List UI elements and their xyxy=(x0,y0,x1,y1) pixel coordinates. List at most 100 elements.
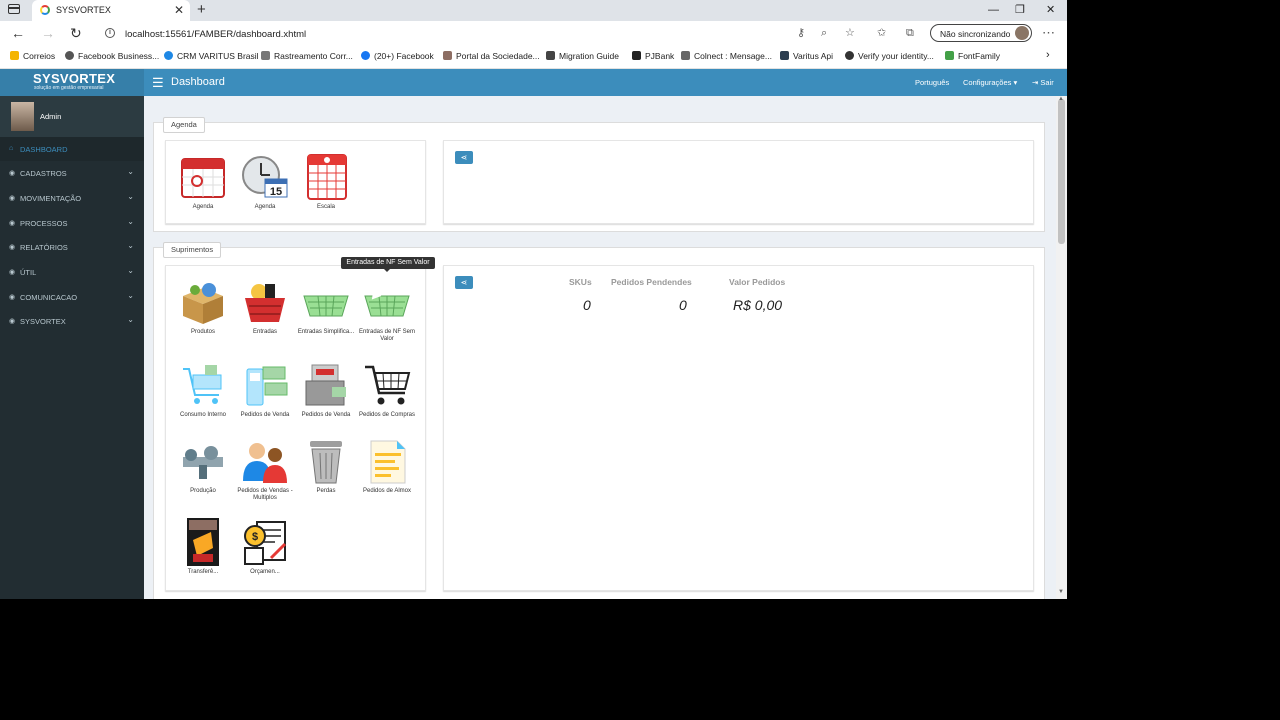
eye-icon: ◉ xyxy=(9,269,16,276)
sidebar-item-comunicacao[interactable]: ◉ COMUNICACAO ⌄ xyxy=(0,285,144,309)
sidebar-item-relatorios[interactable]: ◉ RELATÓRIOS ⌄ xyxy=(0,235,144,259)
scroll-down-icon[interactable]: ▼ xyxy=(1058,589,1064,595)
sidebar-item-util[interactable]: ◉ ÚTIL ⌄ xyxy=(0,260,144,284)
shortcut-perdas[interactable]: Perdas xyxy=(297,437,355,495)
bookmark-item[interactable]: Colnect : Mensage... xyxy=(681,51,772,61)
user-panel: Admin xyxy=(0,96,144,137)
shortcut-consumo-interno[interactable]: Consumo Interno xyxy=(174,361,232,419)
collections-icon[interactable]: ⧉ xyxy=(906,27,914,39)
shortcut-label: Pedidos de Compras xyxy=(358,412,416,418)
bookmark-item[interactable]: Facebook Business... xyxy=(65,51,159,61)
bookmark-item[interactable]: Rastreamento Corr... xyxy=(261,51,353,61)
favorites-icon[interactable]: ✩ xyxy=(877,27,886,39)
bookmarks-overflow-icon[interactable]: › xyxy=(1046,49,1050,61)
bookmark-icon xyxy=(546,51,555,60)
shortcut-label: Perdas xyxy=(316,488,336,494)
shortcut-pedidos-de-almox[interactable]: Pedidos de Almox xyxy=(358,437,416,495)
shortcut-entradas[interactable]: Entradas xyxy=(236,278,294,336)
share-icon[interactable]: ⋖ xyxy=(455,151,473,164)
order-value-value: R$ 0,00 xyxy=(733,297,783,313)
favicon-icon xyxy=(40,5,50,15)
shortcut-pedidos-de-compras[interactable]: Pedidos de Compras xyxy=(358,361,416,419)
chevron-down-icon: ⌄ xyxy=(127,266,134,275)
zoom-icon[interactable]: ⌕ xyxy=(821,27,827,39)
forward-icon[interactable]: → xyxy=(41,26,55,40)
shortcut-entradas-nf-sem-valor[interactable]: Entradas de NF Sem Valor xyxy=(358,278,416,343)
trash-icon xyxy=(302,437,350,485)
shortcut-entradas-simplificadas[interactable]: Entradas Simplifica... xyxy=(297,278,355,336)
home-icon: ⌂ xyxy=(9,145,14,152)
shortcut-label: Produtos xyxy=(190,329,215,335)
share-icon[interactable]: ⋖ xyxy=(455,276,473,289)
shortcut-agenda[interactable]: Agenda xyxy=(174,153,232,211)
shortcut-transferencia[interactable]: Transferê... xyxy=(174,518,232,576)
svg-text:15: 15 xyxy=(270,186,282,198)
chevron-down-icon: ⌄ xyxy=(127,192,134,201)
bookmark-item[interactable]: Verify your identity... xyxy=(845,51,934,61)
page-title: Dashboard xyxy=(171,76,225,88)
browser-menu-icon[interactable]: ⋯ xyxy=(1042,26,1055,39)
site-info-icon[interactable]: i xyxy=(105,28,115,38)
shortcut-pedidos-vendas-multiplos[interactable]: Pedidos de Vendas - Multiplos xyxy=(236,437,294,502)
sidebar-item-processos[interactable]: ◉ PROCESSOS ⌄ xyxy=(0,211,144,235)
shortcut-label: Escala xyxy=(316,204,335,210)
shortcut-producao[interactable]: Produção xyxy=(174,437,232,495)
bookmark-icon xyxy=(443,51,452,60)
svg-text:$: $ xyxy=(252,531,258,543)
sidebar-item-label: PROCESSOS xyxy=(20,219,68,228)
sidebar-item-dashboard[interactable]: ⌂ DASHBOARD xyxy=(0,137,144,161)
bookmark-item[interactable]: Portal da Sociedade... xyxy=(443,51,540,61)
restore-button[interactable]: ❐ xyxy=(1015,3,1025,17)
profile-sync-button[interactable]: Não sincronizando xyxy=(930,24,1032,42)
browser-tab[interactable]: SYSVORTEX ✕ xyxy=(32,0,190,21)
settings-dropdown[interactable]: Configurações ▾ xyxy=(963,78,1017,87)
shortcut-produtos[interactable]: Produtos xyxy=(174,278,232,336)
machinery-icon xyxy=(179,437,227,485)
shortcut-orcamento[interactable]: $ Orçamen... xyxy=(236,518,294,576)
sidebar-item-sysvortex[interactable]: ◉ SYSVORTEX ⌄ xyxy=(0,309,144,333)
shopping-cart-icon xyxy=(363,361,411,409)
bookmark-item[interactable]: FontFamily xyxy=(945,51,1000,61)
bookmark-item[interactable]: Correios xyxy=(10,51,55,61)
key-icon[interactable]: ⚷ xyxy=(797,27,805,39)
bookmark-item[interactable]: Migration Guide xyxy=(546,51,619,61)
scrollbar-thumb[interactable] xyxy=(1058,99,1065,244)
minimize-button[interactable]: — xyxy=(988,3,999,17)
logout-link[interactable]: ⇥ Sair xyxy=(1032,78,1054,87)
sidebar-item-label: COMUNICACAO xyxy=(20,293,78,302)
logo[interactable]: SYSVORTEX solução em gestão empresarial xyxy=(0,69,144,96)
reload-icon[interactable]: ↻ xyxy=(70,26,82,40)
sidebar-item-label: MOVIMENTAÇÃO xyxy=(20,194,82,203)
suprimentos-stats-card xyxy=(443,265,1034,591)
new-tab-button[interactable]: + xyxy=(197,1,206,19)
language-link[interactable]: Português xyxy=(915,78,949,87)
bookmark-item[interactable]: PJBank xyxy=(632,51,674,61)
bookmark-item[interactable]: CRM VARITUS Brasil xyxy=(164,51,259,61)
shortcut-label: Consumo Interno xyxy=(179,412,227,418)
back-icon[interactable]: ← xyxy=(11,26,25,40)
panel-legend: Suprimentos xyxy=(163,242,222,258)
shortcut-escala[interactable]: Escala xyxy=(297,153,355,211)
users-icon xyxy=(241,437,289,485)
chevron-down-icon: ⌄ xyxy=(127,315,134,324)
shortcut-pedidos-de-venda-1[interactable]: Pedidos de Venda xyxy=(236,361,294,419)
favorite-star-icon[interactable]: ☆ xyxy=(845,27,855,39)
tab-bar: SYSVORTEX ✕ + — ❐ ✕ xyxy=(0,0,1067,21)
bookmark-item[interactable]: (20+) Facebook xyxy=(361,51,434,61)
sidebar-item-movimentacao[interactable]: ◉ MOVIMENTAÇÃO ⌄ xyxy=(0,186,144,210)
url-input[interactable]: localhost:15561/FAMBER/dashboard.xhtml xyxy=(125,29,306,40)
tab-close-icon[interactable]: ✕ xyxy=(174,3,184,17)
sidebar-toggle-icon[interactable]: ☰ xyxy=(152,76,164,89)
scrollbar[interactable]: ▲ ▼ xyxy=(1056,96,1067,599)
scroll-up-icon[interactable]: ▲ xyxy=(1058,96,1064,102)
bookmark-item[interactable]: Varitus Api xyxy=(780,51,833,61)
close-window-button[interactable]: ✕ xyxy=(1046,3,1055,17)
sidebar-item-cadastros[interactable]: ◉ CADASTROS ⌄ xyxy=(0,161,144,185)
shortcut-agenda-clock[interactable]: 15 Agenda xyxy=(236,153,294,211)
shortcut-pedidos-de-venda-2[interactable]: Pedidos de Venda xyxy=(297,361,355,419)
sidebar-item-label: DASHBOARD xyxy=(20,145,68,154)
tab-actions-icon[interactable] xyxy=(8,4,20,14)
cash-register-icon xyxy=(302,361,350,409)
browser-window: SYSVORTEX ✕ + — ❐ ✕ ← → ↻ i localhost:15… xyxy=(0,0,1067,599)
chevron-down-icon: ⌄ xyxy=(127,167,134,176)
